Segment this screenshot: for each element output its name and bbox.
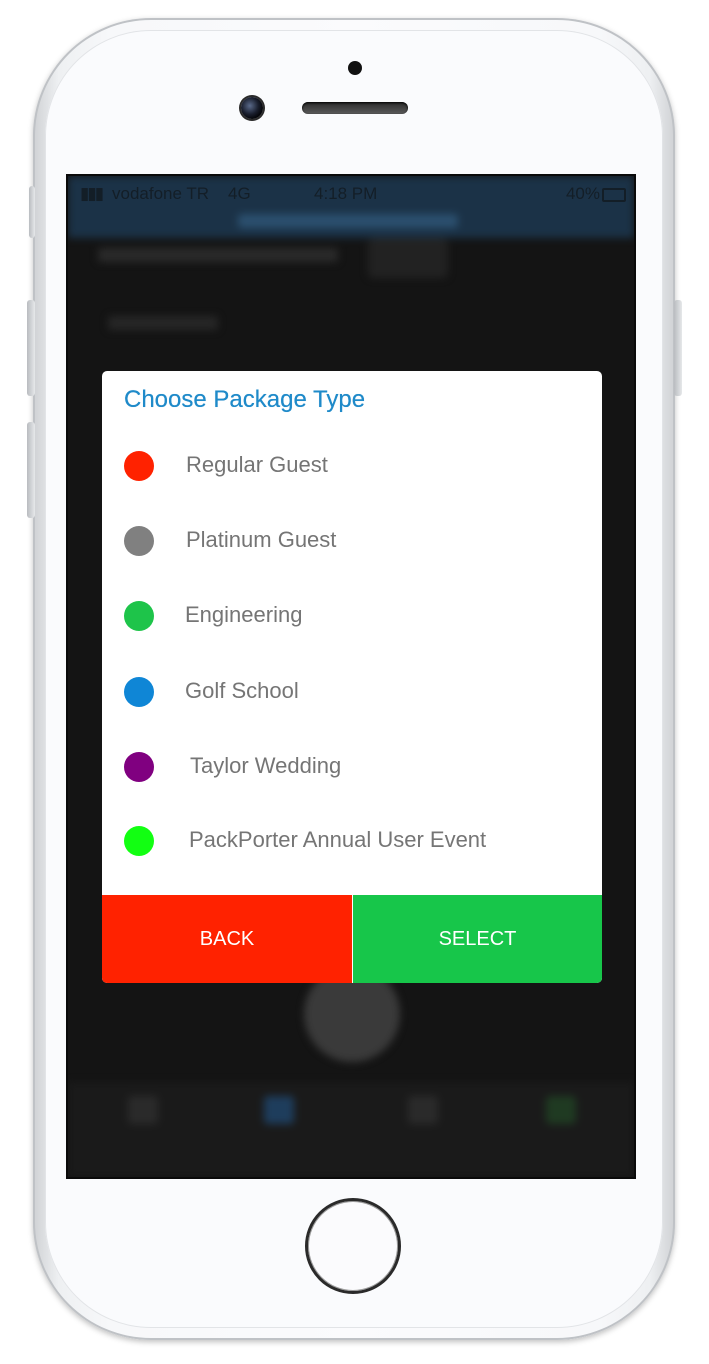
option-engineering[interactable]: Engineering — [102, 586, 602, 646]
select-button[interactable]: SELECT — [353, 895, 602, 983]
package-type-dialog: Choose Package Type Regular Guest Platin… — [102, 371, 602, 983]
option-label: Engineering — [185, 602, 303, 627]
signal-icon: ▮▮▮ — [80, 184, 104, 203]
option-label: Regular Guest — [186, 452, 328, 477]
background-tab-icon — [264, 1096, 294, 1124]
dialog-title: Choose Package Type — [124, 386, 366, 413]
color-dot — [124, 526, 154, 556]
front-camera — [241, 97, 263, 119]
option-label: Taylor Wedding — [190, 753, 342, 778]
color-dot — [124, 451, 154, 481]
color-dot — [124, 601, 154, 631]
option-packporter-annual-user-event[interactable]: PackPorter Annual User Event — [102, 811, 602, 871]
power-button — [674, 300, 682, 396]
status-time: 4:18 PM — [314, 184, 378, 203]
background-tab-icon — [408, 1096, 438, 1124]
dialog-button-row: BACK SELECT — [102, 895, 602, 983]
option-taylor-wedding[interactable]: Taylor Wedding — [102, 737, 602, 797]
carrier-name: vodafone TR — [112, 184, 210, 203]
color-dot — [124, 752, 154, 782]
status-bar: ▮▮▮ vodafone TR 4G 4:18 PM 40% — [68, 176, 634, 212]
earpiece-speaker — [302, 102, 408, 114]
option-platinum-guest[interactable]: Platinum Guest — [102, 511, 602, 571]
color-dot — [124, 826, 154, 856]
option-regular-guest[interactable]: Regular Guest — [102, 436, 602, 496]
volume-up-button — [27, 300, 35, 396]
volume-down-button — [27, 422, 35, 518]
background-row — [108, 316, 218, 330]
battery-percent: 40% — [565, 184, 600, 203]
proximity-sensor — [348, 61, 362, 75]
option-golf-school[interactable]: Golf School — [102, 662, 602, 722]
color-dot — [124, 677, 154, 707]
option-label: Golf School — [185, 678, 299, 703]
background-tab-icon — [128, 1096, 158, 1124]
background-title — [238, 214, 458, 228]
background-row — [98, 248, 338, 262]
silent-switch — [29, 186, 35, 238]
option-label: PackPorter Annual User Event — [189, 827, 487, 852]
network-type: 4G — [228, 184, 251, 203]
screen: ▮▮▮ vodafone TR 4G 4:18 PM 40% Choose Pa… — [68, 176, 634, 1177]
battery-icon — [602, 188, 626, 202]
background-tab-icon — [546, 1096, 576, 1124]
option-label: Platinum Guest — [186, 527, 337, 552]
background-chip — [368, 238, 448, 278]
back-button[interactable]: BACK — [102, 895, 352, 983]
home-button[interactable] — [305, 1198, 401, 1294]
